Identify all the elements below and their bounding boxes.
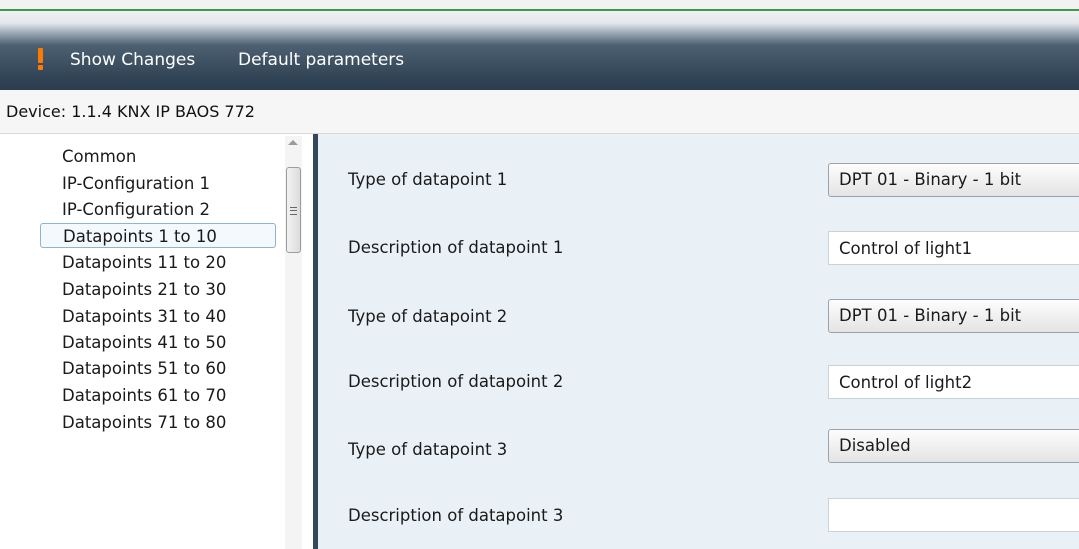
description-of-datapoint-1-label: Description of datapoint 1 <box>348 238 564 257</box>
type-of-datapoint-2-label: Type of datapoint 2 <box>348 307 508 326</box>
nav-item-datapoints-11-20[interactable]: Datapoints 11 to 20 <box>40 250 276 275</box>
nav-item-datapoints-61-70[interactable]: Datapoints 61 to 70 <box>40 383 276 408</box>
show-changes-button[interactable]: Show Changes <box>70 47 195 73</box>
nav-item-datapoints-41-50[interactable]: Datapoints 41 to 50 <box>40 330 276 355</box>
type-of-datapoint-3-label: Type of datapoint 3 <box>348 440 508 459</box>
nav-item-ip-configuration-2[interactable]: IP-Configuration 2 <box>40 197 276 222</box>
type-of-datapoint-2-select[interactable]: DPT 01 - Binary - 1 bit <box>828 299 1079 333</box>
type-of-datapoint-2-value: DPT 01 - Binary - 1 bit <box>839 306 1022 325</box>
device-label: Device: 1.1.4 KNX IP BAOS 772 <box>6 102 255 121</box>
device-header: Device: 1.1.4 KNX IP BAOS 772 <box>0 90 1079 134</box>
warning-icon <box>36 48 44 70</box>
parameter-tree: Common IP-Configuration 1 IP-Configurati… <box>0 134 310 549</box>
nav-scrollbar[interactable] <box>285 136 302 549</box>
nav-item-datapoints-31-40[interactable]: Datapoints 31 to 40 <box>40 304 276 329</box>
grip-icon <box>290 207 297 215</box>
scroll-up-icon[interactable] <box>288 140 298 145</box>
nav-item-common[interactable]: Common <box>40 144 276 169</box>
type-of-datapoint-1-select[interactable]: DPT 01 - Binary - 1 bit <box>828 163 1079 197</box>
nav-item-datapoints-71-80[interactable]: Datapoints 71 to 80 <box>40 410 276 435</box>
type-of-datapoint-3-select[interactable]: Disabled <box>828 429 1079 463</box>
type-of-datapoint-1-value: DPT 01 - Binary - 1 bit <box>839 170 1022 189</box>
nav-item-datapoints-21-30[interactable]: Datapoints 21 to 30 <box>40 277 276 302</box>
scroll-thumb[interactable] <box>286 167 301 253</box>
window-top-strip <box>0 0 1079 11</box>
nav-item-ip-configuration-1[interactable]: IP-Configuration 1 <box>40 171 276 196</box>
toolbar: Show Changes Default parameters <box>0 11 1079 90</box>
description-of-datapoint-3-input[interactable] <box>828 498 1079 532</box>
nav-item-datapoints-51-60[interactable]: Datapoints 51 to 60 <box>40 356 276 381</box>
description-of-datapoint-1-input[interactable] <box>828 231 1079 265</box>
type-of-datapoint-1-label: Type of datapoint 1 <box>348 170 508 189</box>
type-of-datapoint-3-value: Disabled <box>839 436 911 455</box>
description-of-datapoint-2-label: Description of datapoint 2 <box>348 372 564 391</box>
parameter-panel: Type of datapoint 1 DPT 01 - Binary - 1 … <box>318 134 1079 549</box>
description-of-datapoint-3-label: Description of datapoint 3 <box>348 506 564 525</box>
nav-item-datapoints-1-10[interactable]: Datapoints 1 to 10 <box>40 223 276 248</box>
description-of-datapoint-2-input[interactable] <box>828 365 1079 399</box>
default-parameters-button[interactable]: Default parameters <box>238 47 404 73</box>
